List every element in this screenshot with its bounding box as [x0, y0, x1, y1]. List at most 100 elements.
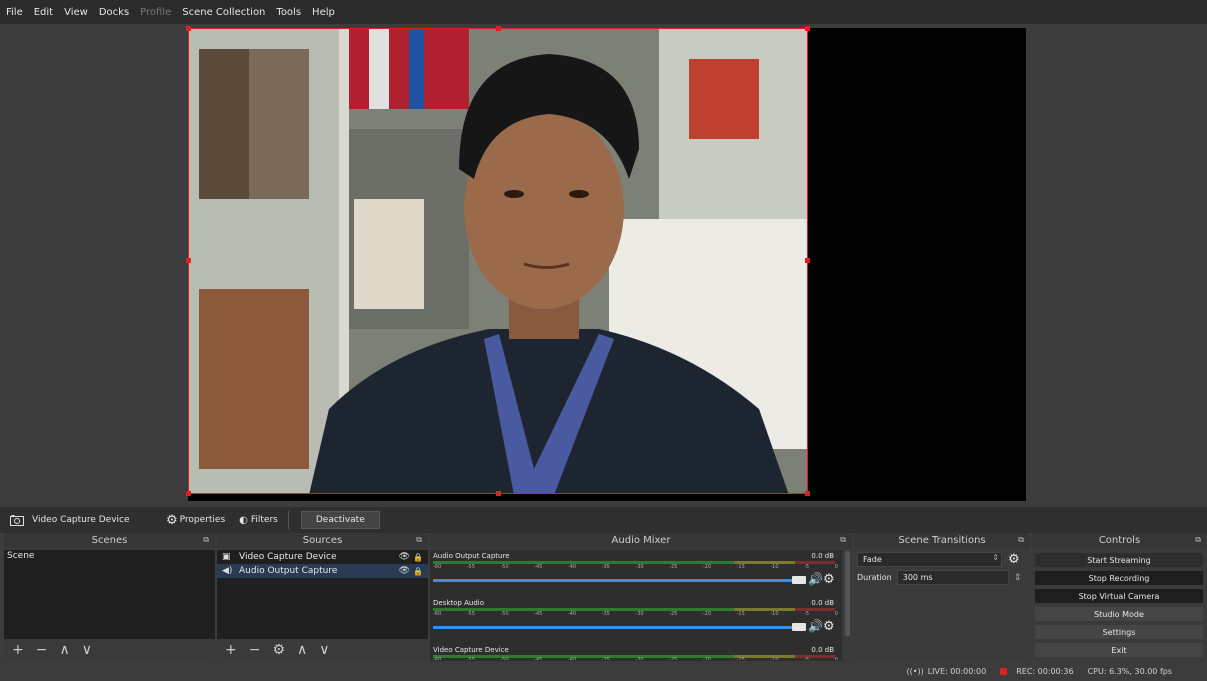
transition-select[interactable]: Fade ⇕	[857, 552, 1002, 567]
tick-label: -10	[770, 657, 779, 660]
gear-icon[interactable]: ⚙	[823, 572, 835, 587]
controls-dock: Controls ⧉ Start Streaming Stop Recordin…	[1032, 533, 1207, 661]
sources-footer: + − ⚙ ∧ ∨	[217, 639, 428, 661]
audio-mixer-header: Audio Mixer ⧉	[430, 533, 852, 548]
scene-item[interactable]: Scene	[4, 550, 215, 563]
deactivate-button[interactable]: Deactivate	[300, 511, 380, 529]
start-streaming-button[interactable]: Start Streaming	[1034, 552, 1204, 568]
stop-recording-button[interactable]: Stop Recording	[1034, 570, 1204, 586]
audio-mixer-dock: Audio Mixer ⧉ Audio Output Capture 0.0 d…	[430, 533, 852, 661]
tick-label: -10	[770, 564, 779, 570]
broadcast-icon: ((•))	[906, 666, 924, 676]
scenes-list[interactable]: Scene	[4, 550, 215, 639]
source-item[interactable]: ◀) Audio Output Capture 👁 🔒	[217, 564, 428, 578]
undock-icon[interactable]: ⧉	[416, 535, 422, 545]
tick-label: 0	[834, 611, 838, 617]
scenes-footer: + − ∧ ∨	[4, 639, 215, 661]
live-time: LIVE: 00:00:00	[927, 666, 987, 676]
resize-handle[interactable]	[805, 258, 810, 263]
tick-label: -20	[702, 564, 712, 570]
tick-label: -50	[500, 564, 509, 570]
meter-ticks: -60 -55 -50 -45 -40 -35 -30 -25 -20 -15 …	[433, 611, 838, 619]
resize-handle[interactable]	[496, 491, 501, 496]
undock-icon[interactable]: ⧉	[1018, 535, 1024, 545]
resize-handle[interactable]	[805, 26, 810, 31]
tick-label: -25	[669, 657, 678, 660]
undock-icon[interactable]: ⧉	[1195, 535, 1201, 545]
duration-row: Duration 300 ms ⇕	[857, 570, 1029, 585]
source-label: Audio Output Capture	[239, 566, 338, 576]
tick-label: -35	[601, 657, 610, 660]
gear-icon[interactable]: ⚙	[823, 619, 835, 634]
menu-profile: Profile	[140, 6, 172, 18]
tick-label: -60	[433, 564, 442, 570]
resize-handle[interactable]	[186, 258, 191, 263]
stepper-icon[interactable]: ⇕	[1014, 573, 1022, 583]
resize-handle[interactable]	[186, 491, 191, 496]
menu-tools[interactable]: Tools	[276, 7, 301, 18]
stop-virtual-camera-button[interactable]: Stop Virtual Camera	[1034, 588, 1204, 604]
settings-button[interactable]: Settings	[1034, 624, 1204, 640]
undock-icon[interactable]: ⧉	[840, 535, 846, 545]
mixer-scrollbar[interactable]	[845, 551, 850, 636]
move-down-icon[interactable]: ∨	[319, 642, 329, 658]
webcam-video-feed[interactable]	[188, 28, 808, 494]
add-scene-icon[interactable]: +	[12, 642, 24, 658]
volume-icon[interactable]: 🔊	[808, 572, 823, 586]
menu-docks[interactable]: Docks	[99, 7, 129, 18]
lock-icon[interactable]: 🔒	[413, 567, 423, 576]
exit-button[interactable]: Exit	[1034, 642, 1204, 658]
resize-handle[interactable]	[186, 26, 191, 31]
tick-label: -40	[567, 564, 577, 570]
move-down-icon[interactable]: ∨	[82, 642, 92, 658]
volume-slider-handle[interactable]	[792, 576, 806, 584]
volume-icon[interactable]: 🔊	[808, 619, 823, 633]
undock-icon[interactable]: ⧉	[203, 535, 209, 545]
resize-handle[interactable]	[805, 491, 810, 496]
tick-label: -15	[736, 657, 745, 660]
channel-db: 0.0 dB	[811, 599, 834, 607]
studio-mode-button[interactable]: Studio Mode	[1034, 606, 1204, 622]
duration-label: Duration	[857, 573, 892, 582]
remove-scene-icon[interactable]: −	[36, 642, 48, 658]
visibility-eye-icon[interactable]: 👁	[399, 552, 410, 562]
move-up-icon[interactable]: ∧	[59, 642, 69, 658]
visibility-eye-icon[interactable]: 👁	[399, 566, 410, 576]
gear-icon: ⚙	[166, 512, 178, 528]
menu-file[interactable]: File	[6, 7, 23, 18]
gear-icon[interactable]: ⚙	[1008, 552, 1020, 567]
remove-source-icon[interactable]: −	[249, 642, 261, 658]
preview-area	[6, 24, 1201, 503]
menu-scene-collection[interactable]: Scene Collection	[182, 7, 265, 18]
add-source-icon[interactable]: +	[225, 642, 237, 658]
tick-label: -20	[702, 657, 712, 660]
filters-button[interactable]: ◐ Filters	[239, 515, 278, 526]
volume-slider-handle[interactable]	[792, 623, 806, 631]
record-icon	[1000, 667, 1008, 675]
sources-list[interactable]: ▣ Video Capture Device 👁 🔒 ◀) Audio Outp…	[217, 550, 428, 639]
tick-label: -25	[669, 611, 678, 617]
resize-handle[interactable]	[496, 26, 501, 31]
source-item[interactable]: ▣ Video Capture Device 👁 🔒	[217, 550, 428, 564]
preview-canvas[interactable]	[186, 26, 1026, 501]
move-up-icon[interactable]: ∧	[297, 642, 307, 658]
menu-help[interactable]: Help	[312, 7, 335, 18]
camera-icon: ▣	[222, 552, 231, 562]
mixer-channels: Audio Output Capture 0.0 dB -60 -55 -50 …	[430, 550, 842, 661]
tick-label: -15	[736, 611, 745, 617]
selected-source-name: Video Capture Device	[32, 515, 130, 525]
tick-label: -5	[804, 611, 810, 617]
gear-icon[interactable]: ⚙	[272, 642, 285, 658]
volume-slider-track[interactable]	[433, 579, 793, 582]
menu-edit[interactable]: Edit	[34, 7, 53, 18]
menu-view[interactable]: View	[64, 7, 88, 18]
duration-input[interactable]: 300 ms	[896, 570, 1009, 585]
tick-label: -5	[804, 657, 810, 660]
audio-mixer-title: Audio Mixer	[611, 535, 671, 546]
properties-button[interactable]: ⚙ Properties	[166, 513, 225, 528]
spin-arrows-icon: ⇕	[992, 553, 999, 562]
lock-icon[interactable]: 🔒	[413, 553, 423, 562]
volume-slider-track[interactable]	[433, 626, 793, 629]
properties-label: Properties	[179, 515, 226, 525]
speaker-icon: ◀)	[222, 566, 233, 576]
